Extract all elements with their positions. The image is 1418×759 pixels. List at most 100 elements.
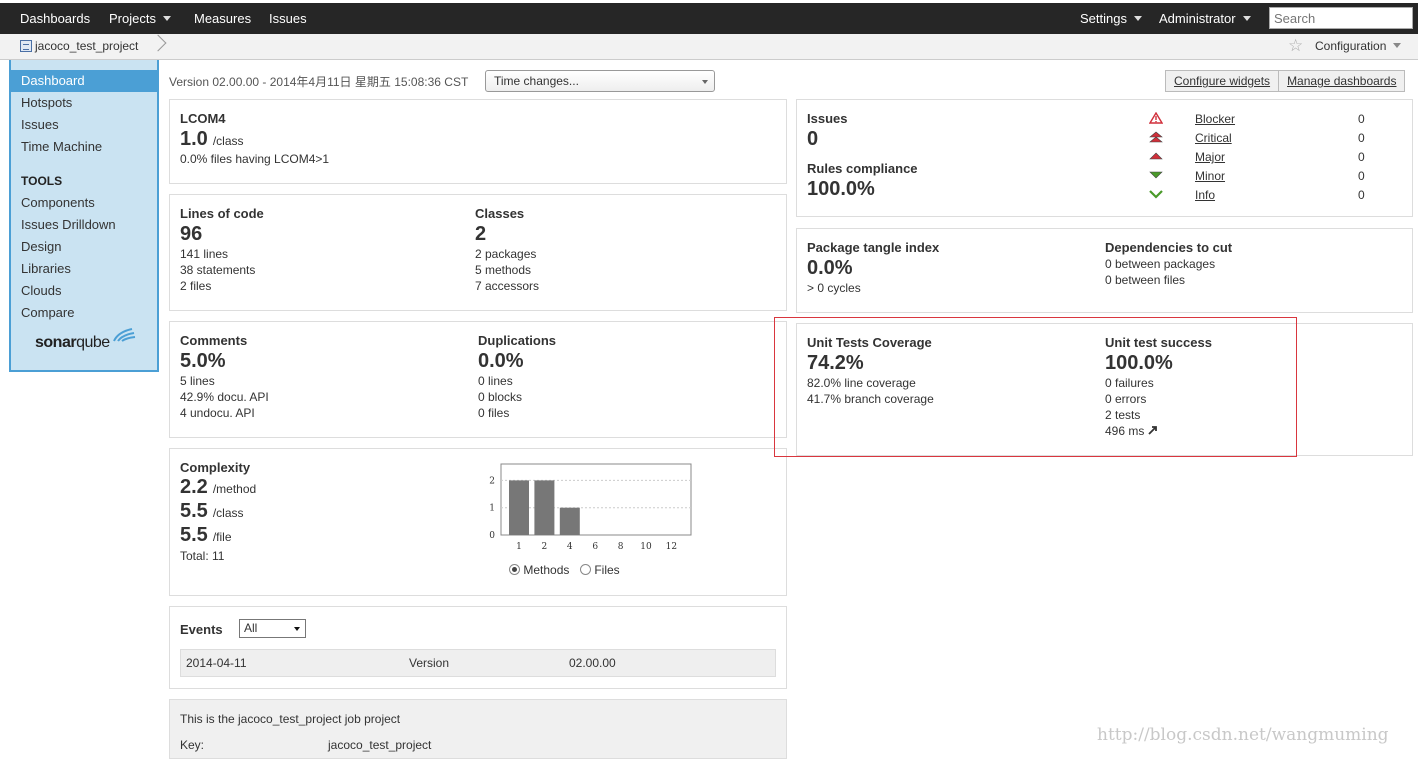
nav-settings[interactable]: Settings xyxy=(1080,11,1142,26)
sidebar-item-hotspots[interactable]: Hotspots xyxy=(11,92,157,114)
classes-packages[interactable]: 2 packages xyxy=(475,247,536,261)
chevron-down-icon xyxy=(1393,43,1402,48)
sidebar-tools-heading: TOOLS xyxy=(21,174,63,188)
sidebar-item-components[interactable]: Components xyxy=(11,192,157,214)
complexity-per-file[interactable]: 5.5/file xyxy=(180,524,232,547)
event-name: 02.00.00 xyxy=(569,656,616,670)
chevron-down-icon xyxy=(702,80,708,84)
project-key-value: jacoco_test_project xyxy=(328,738,432,752)
chevron-down-icon xyxy=(294,627,300,631)
lcom4-value[interactable]: 1.0/class xyxy=(180,128,244,151)
complexity-per-file-unit: /file xyxy=(212,530,232,544)
dependencies-packages[interactable]: 0 between packages xyxy=(1105,257,1215,271)
package-cycles[interactable]: > 0 cycles xyxy=(807,281,861,295)
logo-text-part1: sonar xyxy=(35,334,77,351)
duplications-value[interactable]: 0.0% xyxy=(478,350,524,373)
event-date: 2014-04-11 xyxy=(186,656,247,670)
major-icon xyxy=(1149,152,1163,160)
complexity-per-file-value: 5.5 xyxy=(180,524,208,546)
chart-plot-area xyxy=(500,463,692,536)
sidebar-item-dashboard[interactable]: Dashboard xyxy=(11,70,157,92)
severity-critical-link[interactable]: Critical xyxy=(1195,131,1232,145)
sonarqube-logo: sonarqube xyxy=(35,334,110,352)
highlight-box xyxy=(774,317,1297,457)
lcom4-title: LCOM4 xyxy=(180,111,226,126)
complexity-per-method[interactable]: 2.2/method xyxy=(180,476,256,499)
chart-bar xyxy=(534,480,555,535)
project-icon xyxy=(20,40,32,52)
package-tangle-value[interactable]: 0.0% xyxy=(807,257,853,280)
nav-projects[interactable]: Projects xyxy=(109,11,171,26)
severity-blocker-link[interactable]: Blocker xyxy=(1195,112,1235,126)
sidebar-item-compare[interactable]: Compare xyxy=(11,302,157,324)
top-navigation-bar: Dashboards Projects Measures Issues Sett… xyxy=(0,0,1418,34)
breadcrumb-project[interactable]: jacoco_test_project xyxy=(20,39,138,53)
radio-methods[interactable]: Methods xyxy=(509,563,569,577)
design-widget: Package tangle index 0.0% > 0 cycles Dep… xyxy=(796,228,1413,313)
severity-info-link[interactable]: Info xyxy=(1195,188,1215,202)
sidebar-item-issues[interactable]: Issues xyxy=(11,114,157,136)
nav-administrator-label: Administrator xyxy=(1159,11,1236,26)
comments-undocu-api[interactable]: 4 undocu. API xyxy=(180,406,255,420)
comments-docu-api[interactable]: 42.9% docu. API xyxy=(180,390,269,404)
loc-lines[interactable]: 141 lines xyxy=(180,247,228,261)
loc-files[interactable]: 2 files xyxy=(180,279,211,293)
events-filter-select[interactable]: All xyxy=(239,619,306,638)
chart-bar xyxy=(559,507,580,535)
lcom4-widget: LCOM4 1.0/class 0.0% files having LCOM4>… xyxy=(169,99,787,184)
nav-issues[interactable]: Issues xyxy=(269,11,307,26)
lcom4-files[interactable]: 0.0% files having LCOM4>1 xyxy=(180,152,329,166)
logo-text-part2: qube xyxy=(76,334,110,351)
comments-value[interactable]: 5.0% xyxy=(180,350,226,373)
version-info: Version 02.00.00 - 2014年4月11日 星期五 15:08:… xyxy=(169,75,469,89)
rules-compliance-value[interactable]: 100.0% xyxy=(807,178,875,201)
events-title: Events xyxy=(180,622,223,637)
issues-value[interactable]: 0 xyxy=(807,128,818,151)
events-filter-label: All xyxy=(244,621,258,635)
watermark: http://blog.csdn.net/wangmuming xyxy=(1097,725,1389,745)
complexity-per-class[interactable]: 5.5/class xyxy=(180,500,244,523)
nav-measures[interactable]: Measures xyxy=(194,11,251,26)
project-description-widget: This is the jacoco_test_project job proj… xyxy=(169,699,787,759)
severity-major-link[interactable]: Major xyxy=(1195,150,1225,164)
project-description: This is the jacoco_test_project job proj… xyxy=(180,712,401,726)
chart-x-tick-label: 6 xyxy=(592,542,598,552)
loc-statements[interactable]: 38 statements xyxy=(180,263,255,277)
blocker-icon xyxy=(1149,112,1163,124)
complexity-per-class-value: 5.5 xyxy=(180,500,208,522)
search-input[interactable] xyxy=(1269,7,1413,29)
severity-critical-count: 0 xyxy=(1358,131,1365,145)
classes-methods[interactable]: 5 methods xyxy=(475,263,531,277)
classes-accessors[interactable]: 7 accessors xyxy=(475,279,539,293)
severity-minor-link[interactable]: Minor xyxy=(1195,169,1225,183)
configuration-label: Configuration xyxy=(1315,39,1387,53)
duplications-files[interactable]: 0 files xyxy=(478,406,509,420)
chart-x-tick-label: 12 xyxy=(666,542,677,552)
sidebar-item-design[interactable]: Design xyxy=(11,236,157,258)
comments-lines[interactable]: 5 lines xyxy=(180,374,215,388)
configure-widgets-button[interactable]: Configure widgets xyxy=(1166,71,1278,91)
sidebar-item-clouds[interactable]: Clouds xyxy=(11,280,157,302)
nav-dashboards[interactable]: Dashboards xyxy=(20,11,90,26)
issues-widget: Issues 0 Rules compliance 100.0% Blocker… xyxy=(796,99,1413,217)
sidebar-item-libraries[interactable]: Libraries xyxy=(11,258,157,280)
configuration-menu[interactable]: Configuration xyxy=(1315,39,1402,53)
dependencies-title: Dependencies to cut xyxy=(1105,240,1233,255)
lines-of-code-title: Lines of code xyxy=(180,206,264,221)
nav-administrator[interactable]: Administrator xyxy=(1159,11,1251,26)
duplications-lines[interactable]: 0 lines xyxy=(478,374,513,388)
favourite-star-icon[interactable]: ☆ xyxy=(1288,37,1303,54)
sidebar-item-time-machine[interactable]: Time Machine xyxy=(11,136,157,158)
radio-files[interactable]: Files xyxy=(580,563,620,577)
dependencies-files[interactable]: 0 between files xyxy=(1105,273,1185,287)
lines-of-code-value[interactable]: 96 xyxy=(180,223,202,246)
manage-dashboards-button[interactable]: Manage dashboards xyxy=(1278,71,1404,91)
complexity-title: Complexity xyxy=(180,460,251,475)
time-changes-select[interactable]: Time changes... xyxy=(485,70,715,92)
breadcrumb: jacoco_test_project ☆ Configuration xyxy=(0,34,1418,60)
classes-value[interactable]: 2 xyxy=(475,223,486,246)
sidebar-item-issues-drilldown[interactable]: Issues Drilldown xyxy=(11,214,157,236)
complexity-per-method-unit: /method xyxy=(212,482,257,496)
chart-x-tick-label: 8 xyxy=(618,542,624,552)
duplications-blocks[interactable]: 0 blocks xyxy=(478,390,522,404)
